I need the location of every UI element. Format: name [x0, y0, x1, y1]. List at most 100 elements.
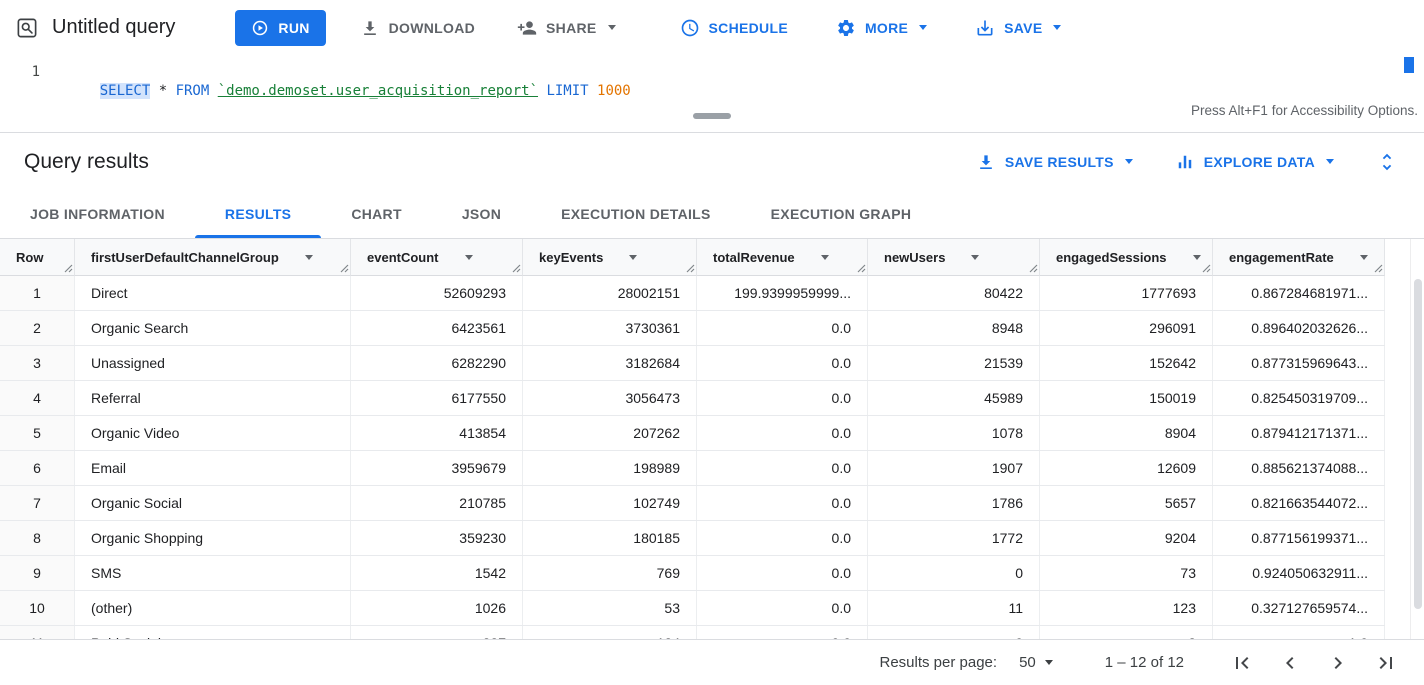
column-menu-icon[interactable] [1360, 255, 1368, 260]
cell-keyEvents: 53 [523, 591, 697, 625]
next-page-button[interactable] [1314, 643, 1362, 683]
cell-engagementRate: 1.0 [1213, 626, 1385, 639]
first-page-button[interactable] [1218, 643, 1266, 683]
line-number: 1 [0, 63, 44, 100]
cell-firstUserDefaultChannelGroup: Direct [75, 276, 351, 310]
column-menu-icon[interactable] [1193, 255, 1201, 260]
save-icon [975, 18, 995, 38]
column-menu-icon[interactable] [465, 255, 473, 260]
column-header-firstUserDefaultChannelGroup[interactable]: firstUserDefaultChannelGroup [75, 239, 351, 276]
explore-data-button[interactable]: EXPLORE DATA [1175, 152, 1334, 172]
cell-newUsers: 1078 [868, 416, 1040, 450]
share-button-label: SHARE [546, 20, 597, 36]
schedule-button[interactable]: SCHEDULE [674, 10, 794, 46]
column-resize-handle[interactable] [686, 264, 695, 273]
cell-firstUserDefaultChannelGroup: Paid Social [75, 626, 351, 639]
table-vertical-scrollbar[interactable] [1410, 239, 1424, 639]
page-size-select[interactable]: 50 [1019, 654, 1053, 671]
cell-engagedSessions: 73 [1040, 556, 1213, 590]
table-row: 7Organic Social2107851027490.0178656570.… [0, 486, 1385, 521]
column-menu-icon[interactable] [305, 255, 313, 260]
column-resize-handle[interactable] [340, 264, 349, 273]
cell-eventCount: 413854 [351, 416, 523, 450]
editor-results-splitter: Press Alt+F1 for Accessibility Options. [0, 100, 1424, 133]
cell-eventCount: 1026 [351, 591, 523, 625]
column-resize-handle[interactable] [1202, 264, 1211, 273]
column-menu-icon[interactable] [629, 255, 637, 260]
tab-execution-graph[interactable]: EXECUTION GRAPH [741, 190, 942, 238]
explore-data-label: EXPLORE DATA [1204, 154, 1315, 170]
row-number-cell: 11 [0, 626, 75, 639]
save-button[interactable]: SAVE [969, 10, 1067, 46]
tab-results[interactable]: RESULTS [195, 190, 321, 238]
column-menu-icon[interactable] [821, 255, 829, 260]
save-button-label: SAVE [1004, 20, 1042, 36]
cell-keyEvents: 769 [523, 556, 697, 590]
cell-newUsers: 80422 [868, 276, 1040, 310]
cell-keyEvents: 3730361 [523, 311, 697, 345]
table-row: 6Email39596791989890.01907126090.8856213… [0, 451, 1385, 486]
cell-firstUserDefaultChannelGroup: (other) [75, 591, 351, 625]
tab-execution-details[interactable]: EXECUTION DETAILS [531, 190, 741, 238]
table-row: 1Direct5260929328002151199.9399959999...… [0, 276, 1385, 311]
run-button[interactable]: RUN [235, 10, 325, 46]
row-number-cell: 8 [0, 521, 75, 555]
cell-totalRevenue: 0.0 [697, 521, 868, 555]
column-header-engagementRate[interactable]: engagementRate [1213, 239, 1385, 276]
sql-editor[interactable]: 1 SELECT*FROM`demo.demoset.user_acquisit… [0, 55, 1424, 100]
more-button-label: MORE [865, 20, 908, 36]
share-button[interactable]: SHARE [511, 10, 622, 46]
column-header-eventCount[interactable]: eventCount [351, 239, 523, 276]
save-results-label: SAVE RESULTS [1005, 154, 1114, 170]
cell-firstUserDefaultChannelGroup: Email [75, 451, 351, 485]
chevron-down-icon [1045, 660, 1053, 665]
sql-code-line[interactable]: SELECT*FROM`demo.demoset.user_acquisitio… [44, 63, 631, 100]
column-header-totalRevenue[interactable]: totalRevenue [697, 239, 868, 276]
results-tabs: JOB INFORMATIONRESULTSCHARTJSONEXECUTION… [0, 190, 1424, 239]
cell-totalRevenue: 0.0 [697, 381, 868, 415]
column-header-engagedSessions[interactable]: engagedSessions [1040, 239, 1213, 276]
tab-chart[interactable]: CHART [321, 190, 432, 238]
column-header-label: engagedSessions [1056, 250, 1167, 265]
cell-newUsers: 21539 [868, 346, 1040, 380]
save-results-button[interactable]: SAVE RESULTS [976, 152, 1133, 172]
cell-totalRevenue: 199.9399959999... [697, 276, 868, 310]
splitter-drag-handle[interactable] [693, 113, 731, 119]
cell-eventCount: 6177550 [351, 381, 523, 415]
cell-keyEvents: 3056473 [523, 381, 697, 415]
tab-job-information[interactable]: JOB INFORMATION [0, 190, 195, 238]
cell-engagedSessions: 5657 [1040, 486, 1213, 520]
table-row: 4Referral617755030564730.0459891500190.8… [0, 381, 1385, 416]
cell-keyEvents: 102749 [523, 486, 697, 520]
scrollbar-thumb[interactable] [1414, 279, 1422, 609]
cell-engagementRate: 0.877156199371... [1213, 521, 1385, 555]
previous-page-button[interactable] [1266, 643, 1314, 683]
cell-keyEvents: 207262 [523, 416, 697, 450]
column-header-label: firstUserDefaultChannelGroup [91, 250, 279, 265]
download-button[interactable]: DOWNLOAD [354, 10, 481, 46]
sql-table-reference[interactable]: `demo.demoset.user_acquisition_report` [218, 83, 538, 99]
cell-engagedSessions: 12609 [1040, 451, 1213, 485]
row-number-cell: 2 [0, 311, 75, 345]
column-header-newUsers[interactable]: newUsers [868, 239, 1040, 276]
column-resize-handle[interactable] [1029, 264, 1038, 273]
more-button[interactable]: MORE [830, 10, 933, 46]
last-page-icon [1374, 651, 1398, 675]
column-header-label: keyEvents [539, 250, 603, 265]
cell-engagedSessions: 152642 [1040, 346, 1213, 380]
cell-engagementRate: 0.885621374088... [1213, 451, 1385, 485]
download-icon [360, 18, 380, 38]
column-header-keyEvents[interactable]: keyEvents [523, 239, 697, 276]
column-menu-icon[interactable] [971, 255, 979, 260]
last-page-button[interactable] [1362, 643, 1410, 683]
column-resize-handle[interactable] [857, 264, 866, 273]
cell-totalRevenue: 0.0 [697, 556, 868, 590]
column-resize-handle[interactable] [512, 264, 521, 273]
column-header-label: Row [16, 250, 43, 265]
column-resize-handle[interactable] [64, 264, 73, 273]
column-resize-handle[interactable] [1374, 264, 1383, 273]
cell-newUsers: 1786 [868, 486, 1040, 520]
tab-json[interactable]: JSON [432, 190, 531, 238]
expand-results-button[interactable] [1376, 151, 1398, 173]
cell-engagedSessions: 8904 [1040, 416, 1213, 450]
